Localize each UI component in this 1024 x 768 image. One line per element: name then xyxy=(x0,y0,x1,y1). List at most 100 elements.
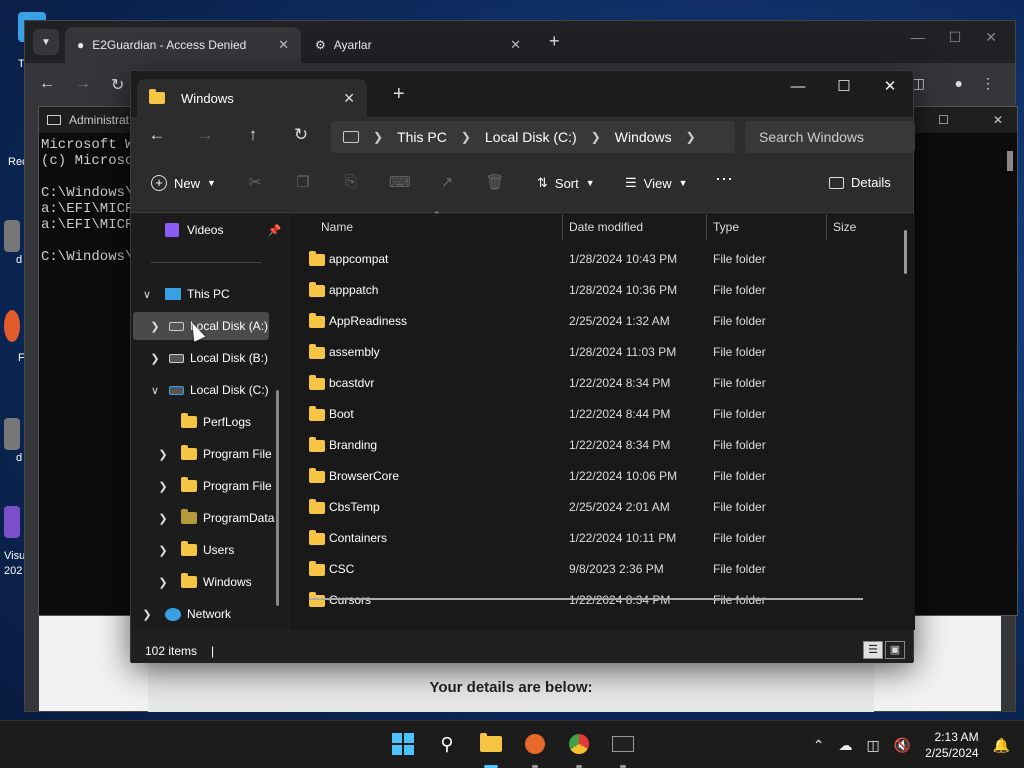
nav-item-users[interactable]: ❯ Users xyxy=(133,536,234,564)
table-row[interactable]: appcompat 1/28/2024 10:43 PM File folder xyxy=(309,244,905,275)
nav-item-videos[interactable]: Videos 📌 xyxy=(165,216,281,244)
close-icon[interactable]: ✕ xyxy=(993,113,1003,127)
file-list-hscrollbar[interactable] xyxy=(309,598,863,600)
nav-item-program-files[interactable]: ❯ Program File xyxy=(133,440,272,468)
tiles-view-icon[interactable]: ▣ xyxy=(885,641,905,659)
tab-search-button[interactable]: ▼ xyxy=(33,29,59,55)
nav-scrollbar[interactable] xyxy=(276,390,279,606)
breadcrumb[interactable]: ❯ This PC ❯ Local Disk (C:) ❯ Windows ❯ xyxy=(331,121,735,153)
paste-icon[interactable]: ⎘ xyxy=(341,173,361,193)
onedrive-icon[interactable]: ☁ xyxy=(839,737,853,754)
chevron-right-icon[interactable]: ❯ xyxy=(139,608,155,621)
close-icon[interactable]: ✕ xyxy=(985,29,997,46)
chevron-right-icon[interactable]: ❯ xyxy=(147,320,163,333)
back-icon[interactable]: ← xyxy=(39,75,55,93)
close-icon[interactable]: ✕ xyxy=(278,37,289,53)
profile-icon[interactable]: ● xyxy=(955,75,963,91)
table-row[interactable]: bcastdvr 1/22/2024 8:34 PM File folder xyxy=(309,368,905,399)
nav-item-windows[interactable]: ❯ Windows xyxy=(133,568,252,596)
close-icon[interactable]: ✕ xyxy=(867,71,913,101)
chevron-right-icon[interactable]: ❯ xyxy=(155,576,171,589)
nav-item-this-pc[interactable]: ∨ This PC xyxy=(139,280,230,308)
desktop-icon-settings[interactable] xyxy=(4,418,20,450)
notification-bell-icon[interactable]: 🔔 xyxy=(993,737,1010,754)
forward-icon[interactable]: → xyxy=(75,75,91,93)
maximize-icon[interactable]: ☐ xyxy=(821,71,867,101)
chevron-right-icon[interactable]: ❯ xyxy=(155,448,171,461)
nav-item-local-disk-c[interactable]: ∨ Local Disk (C:) xyxy=(133,376,269,404)
clock[interactable]: 2:13 AM 2/25/2024 xyxy=(925,729,978,761)
desktop-icon-firefox[interactable] xyxy=(4,310,20,342)
maximize-icon[interactable]: ☐ xyxy=(938,113,949,127)
table-row[interactable]: assembly 1/28/2024 11:03 PM File folder xyxy=(309,337,905,368)
copy-icon[interactable]: ❐ xyxy=(293,173,313,193)
cmd-scrollbar[interactable] xyxy=(1007,151,1013,171)
forward-icon[interactable]: → xyxy=(193,125,217,145)
desktop-icon-settings[interactable] xyxy=(4,220,20,252)
column-header-date[interactable]: Date modified xyxy=(563,214,707,240)
new-button[interactable]: + New ▼ xyxy=(151,175,216,191)
table-row[interactable]: AppReadiness 2/25/2024 1:32 AM File folder xyxy=(309,306,905,337)
chevron-right-icon[interactable]: ❯ xyxy=(155,544,171,557)
table-row[interactable]: Cursors 1/22/2024 8:34 PM File folder xyxy=(309,585,905,616)
chrome-icon[interactable] xyxy=(566,731,592,757)
column-header-type[interactable]: Type xyxy=(707,214,827,240)
refresh-icon[interactable]: ↻ xyxy=(289,125,313,145)
nav-item-programdata[interactable]: ❯ ProgramData xyxy=(133,504,274,532)
cut-icon[interactable]: ✂ xyxy=(245,173,265,193)
column-header-name[interactable]: Name ⌃ xyxy=(315,210,563,240)
table-row[interactable]: CSC 9/8/2023 2:36 PM File folder xyxy=(309,554,905,585)
share-icon[interactable]: ↗ xyxy=(437,173,457,193)
menu-icon[interactable]: ⋮ xyxy=(981,75,995,92)
chevron-up-icon[interactable]: ⌃ xyxy=(813,737,825,754)
chevron-right-icon[interactable]: ❯ xyxy=(686,130,696,144)
search-input[interactable]: Search Windows xyxy=(745,121,915,153)
view-button[interactable]: ☰ View ▼ xyxy=(625,175,688,191)
sort-button[interactable]: ⇅ Sort ▼ xyxy=(537,175,595,191)
pin-icon[interactable]: 📌 xyxy=(267,224,281,237)
maximize-icon[interactable]: ☐ xyxy=(949,29,962,46)
reload-icon[interactable]: ↻ xyxy=(111,75,124,95)
firefox-icon[interactable] xyxy=(522,731,548,757)
file-list-scrollbar[interactable] xyxy=(904,230,907,274)
details-button[interactable]: Details xyxy=(829,175,891,190)
tab-ayarlar[interactable]: ⚙ Ayarlar ✕ xyxy=(303,27,533,63)
delete-icon[interactable]: 🗑 xyxy=(485,173,505,193)
up-icon[interactable]: ↑ xyxy=(241,125,265,145)
chevron-right-icon[interactable]: ❯ xyxy=(155,512,171,525)
network-icon[interactable]: ◫ xyxy=(867,737,880,754)
breadcrumb-item[interactable]: Local Disk (C:) xyxy=(485,129,577,145)
minimize-icon[interactable]: — xyxy=(911,29,925,46)
table-row[interactable]: BrowserCore 1/22/2024 10:06 PM File folder xyxy=(309,461,905,492)
close-icon[interactable]: ✕ xyxy=(510,37,521,53)
rename-icon[interactable]: ⌨ xyxy=(389,173,411,193)
breadcrumb-item[interactable]: Windows xyxy=(615,129,672,145)
nav-item-program-files-x86[interactable]: ❯ Program File xyxy=(133,472,272,500)
back-icon[interactable]: ← xyxy=(145,125,169,145)
new-tab-button[interactable]: + xyxy=(549,31,560,52)
table-row[interactable]: Branding 1/22/2024 8:34 PM File folder xyxy=(309,430,905,461)
file-explorer-icon[interactable] xyxy=(478,731,504,757)
more-options-button[interactable]: ⋯ xyxy=(715,169,733,190)
chevron-down-icon[interactable]: ∨ xyxy=(139,288,155,301)
breadcrumb-item[interactable]: This PC xyxy=(397,129,447,145)
nav-item-perflogs[interactable]: PerfLogs xyxy=(133,408,251,436)
new-tab-button[interactable]: + xyxy=(393,83,405,106)
search-icon[interactable]: ⚲ xyxy=(434,731,460,757)
chevron-right-icon[interactable]: ❯ xyxy=(155,480,171,493)
table-row[interactable]: Containers 1/22/2024 10:11 PM File folder xyxy=(309,523,905,554)
windows-start-icon[interactable] xyxy=(390,731,416,757)
details-view-icon[interactable]: ☰ xyxy=(863,641,883,659)
volume-icon[interactable]: 🔇 xyxy=(894,737,911,754)
chevron-right-icon[interactable]: ❯ xyxy=(147,352,163,365)
desktop-icon-visual-studio[interactable] xyxy=(4,506,20,538)
close-icon[interactable]: ✕ xyxy=(343,90,355,107)
table-row[interactable]: CbsTemp 2/25/2024 2:01 AM File folder xyxy=(309,492,905,523)
table-row[interactable]: Boot 1/22/2024 8:44 PM File folder xyxy=(309,399,905,430)
table-row[interactable]: apppatch 1/28/2024 10:36 PM File folder xyxy=(309,275,905,306)
nav-item-network[interactable]: ❯ Network xyxy=(133,600,231,628)
terminal-icon[interactable] xyxy=(610,731,636,757)
nav-item-local-disk-b[interactable]: ❯ Local Disk (B:) xyxy=(133,344,268,372)
column-header-size[interactable]: Size xyxy=(827,214,915,240)
tab-e2guardian[interactable]: ● E2Guardian - Access Denied ✕ xyxy=(65,27,301,63)
